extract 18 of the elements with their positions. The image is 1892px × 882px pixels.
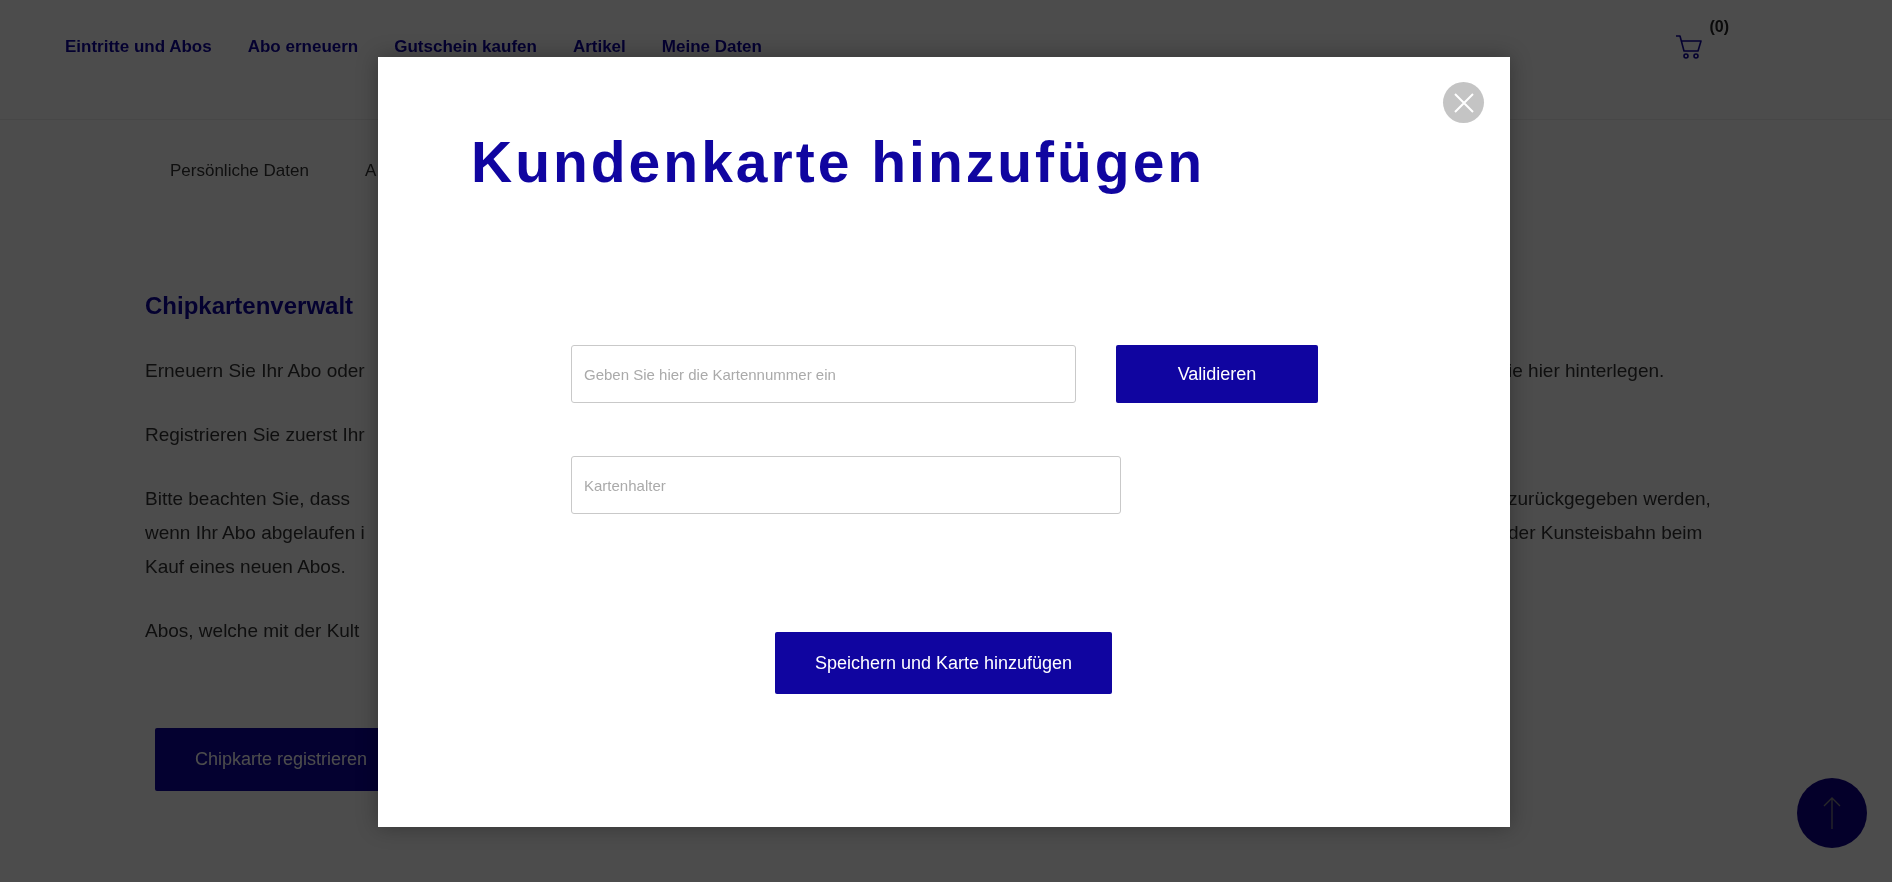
cart-count: (0) [1709, 18, 1729, 36]
close-icon [1452, 91, 1475, 114]
paragraph-text: Erneuern Sie Ihr Abo oder [145, 359, 365, 383]
paragraph-text: Bitte beachten Sie, dass [145, 487, 350, 511]
paragraph-text: Kauf eines neuen Abos. [145, 555, 346, 579]
save-button[interactable]: Speichern und Karte hinzufügen [775, 632, 1112, 694]
card-number-field[interactable]: Geben Sie hier die Kartennummer ein [571, 345, 1076, 403]
subtab[interactable]: Persönliche Daten [170, 161, 309, 180]
paragraph-text: Registrieren Sie zuerst Ihr [145, 423, 365, 447]
paragraph-text: Abos, welche mit der Kult [145, 619, 360, 643]
close-button[interactable] [1443, 82, 1484, 123]
validate-button[interactable]: Validieren [1116, 345, 1318, 403]
card-holder-field[interactable]: Kartenhalter [571, 456, 1121, 514]
modal-title: Kundenkarte hinzufügen [471, 129, 1207, 195]
paragraph-text: wenn Ihr Abo abgelaufen i [145, 521, 365, 545]
subtab[interactable]: A [364, 161, 377, 180]
paragraph-text: zurückgegeben werden, [1508, 487, 1711, 511]
section-heading: Chipkartenverwalt [145, 291, 355, 321]
